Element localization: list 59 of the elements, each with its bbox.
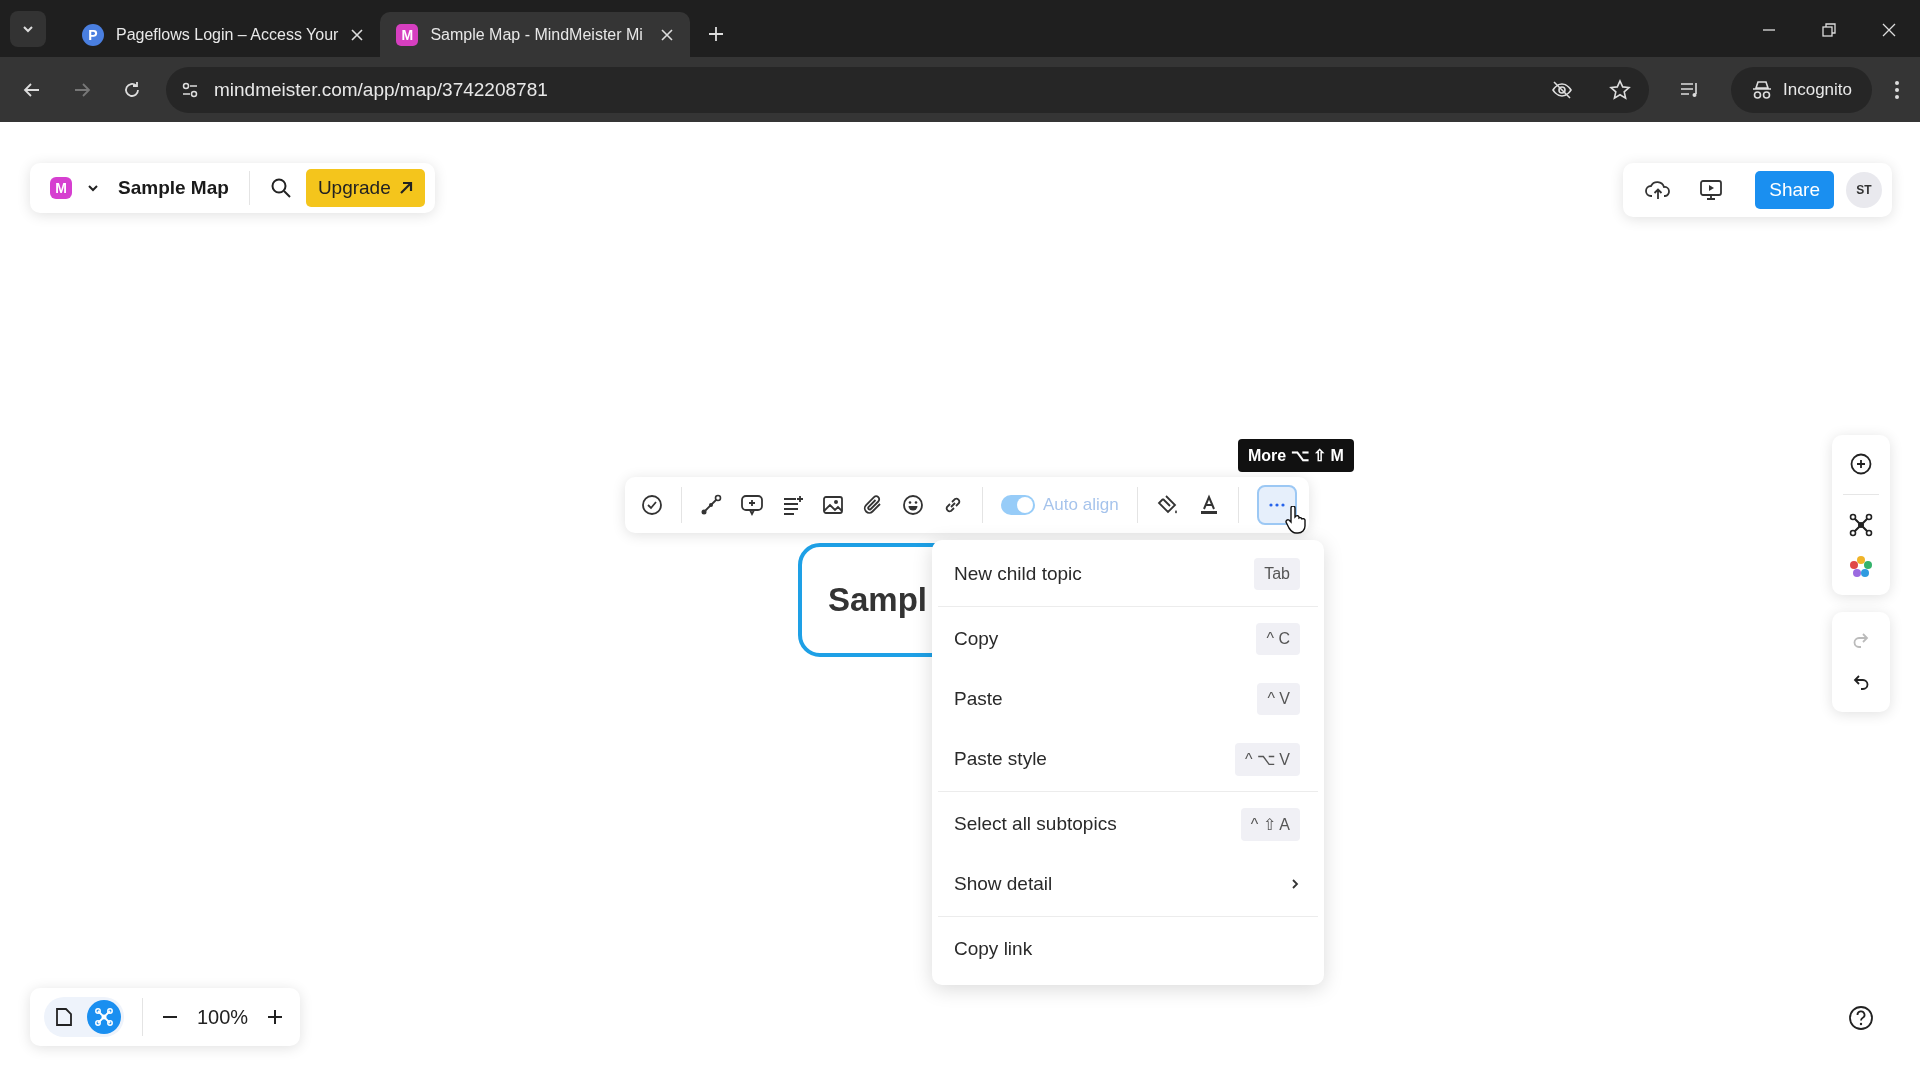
connector-icon[interactable] [700,494,722,516]
address-field[interactable]: mindmeister.com/app/map/3742208781 [166,66,1649,113]
chevron-right-icon [1290,877,1300,891]
arrow-up-right-icon [398,181,413,195]
mindmap-layout-icon[interactable] [1849,512,1873,537]
menu-item[interactable]: Copy link [932,919,1324,979]
check-circle-icon[interactable] [641,494,663,516]
menu-item[interactable]: Copy ^ C [932,609,1324,669]
shortcut-key: ^ C [1256,623,1300,655]
more-icon [1268,503,1285,507]
restore-icon[interactable] [1822,23,1836,37]
presentation-icon[interactable] [1699,178,1724,202]
menu-item[interactable]: Paste ^ V [932,669,1324,729]
logo-icon[interactable]: M [50,177,72,199]
paperclip-icon[interactable] [862,494,884,516]
shortcut-key: ^ V [1257,683,1300,715]
emoji-icon[interactable] [902,494,924,516]
star-icon[interactable] [1609,78,1631,101]
incognito-chip[interactable]: Incognito [1731,66,1872,113]
notes-icon[interactable] [782,494,804,516]
favicon: M [396,23,419,46]
close-icon[interactable] [350,27,365,42]
search-icon[interactable] [269,177,292,199]
tooltip: More ⌥ ⇧ M [1238,439,1354,472]
undo-icon[interactable] [1851,673,1871,693]
incognito-icon [1751,78,1773,101]
close-icon[interactable] [660,27,675,42]
document-icon [55,1007,73,1027]
shortcut-key: ^ ⌥ V [1234,742,1300,776]
menu-item[interactable]: Show detail [932,854,1324,914]
browser-tab[interactable]: M Sample Map - MindMeister Mi [380,12,691,57]
help-icon[interactable] [1848,1005,1874,1031]
menu-item[interactable]: Select all subtopics ^ ⇧ A [932,794,1324,854]
comment-add-icon[interactable] [740,494,764,516]
menu-item[interactable]: New child topic Tab [932,544,1324,604]
menu-item[interactable]: Paste style ^ ⌥ V [932,729,1324,789]
tab-title: Sample Map - MindMeister Mi [430,25,644,44]
tab-title: Pageflows Login – Access Your [116,25,339,44]
reload-icon[interactable] [122,79,142,100]
shortcut-key: ^ ⇧ A [1240,807,1300,841]
add-circle-icon[interactable] [1849,451,1873,476]
map-title[interactable]: Sample Map [118,177,229,199]
eye-slash-icon[interactable] [1551,78,1573,101]
kebab-menu-icon[interactable] [1894,79,1900,100]
cloud-upload-icon[interactable] [1645,178,1672,202]
image-icon[interactable] [822,494,844,516]
toggle-label: Auto align [1043,495,1119,515]
new-tab-icon[interactable] [708,26,725,42]
favicon: P [82,23,104,46]
mindmap-icon [94,1007,114,1027]
close-icon[interactable] [1882,23,1896,37]
zoom-level: 100% [197,1005,249,1029]
mindmap-view-button[interactable] [87,1000,121,1034]
color-palette-icon[interactable] [1849,554,1873,579]
avatar[interactable]: ST [1846,172,1882,208]
browser-tab[interactable]: P Pageflows Login – Access Your [66,12,381,57]
upgrade-button[interactable]: Upgrade [305,169,425,207]
shortcut-key: Tab [1254,558,1300,590]
zoom-in-icon[interactable] [266,1008,285,1026]
